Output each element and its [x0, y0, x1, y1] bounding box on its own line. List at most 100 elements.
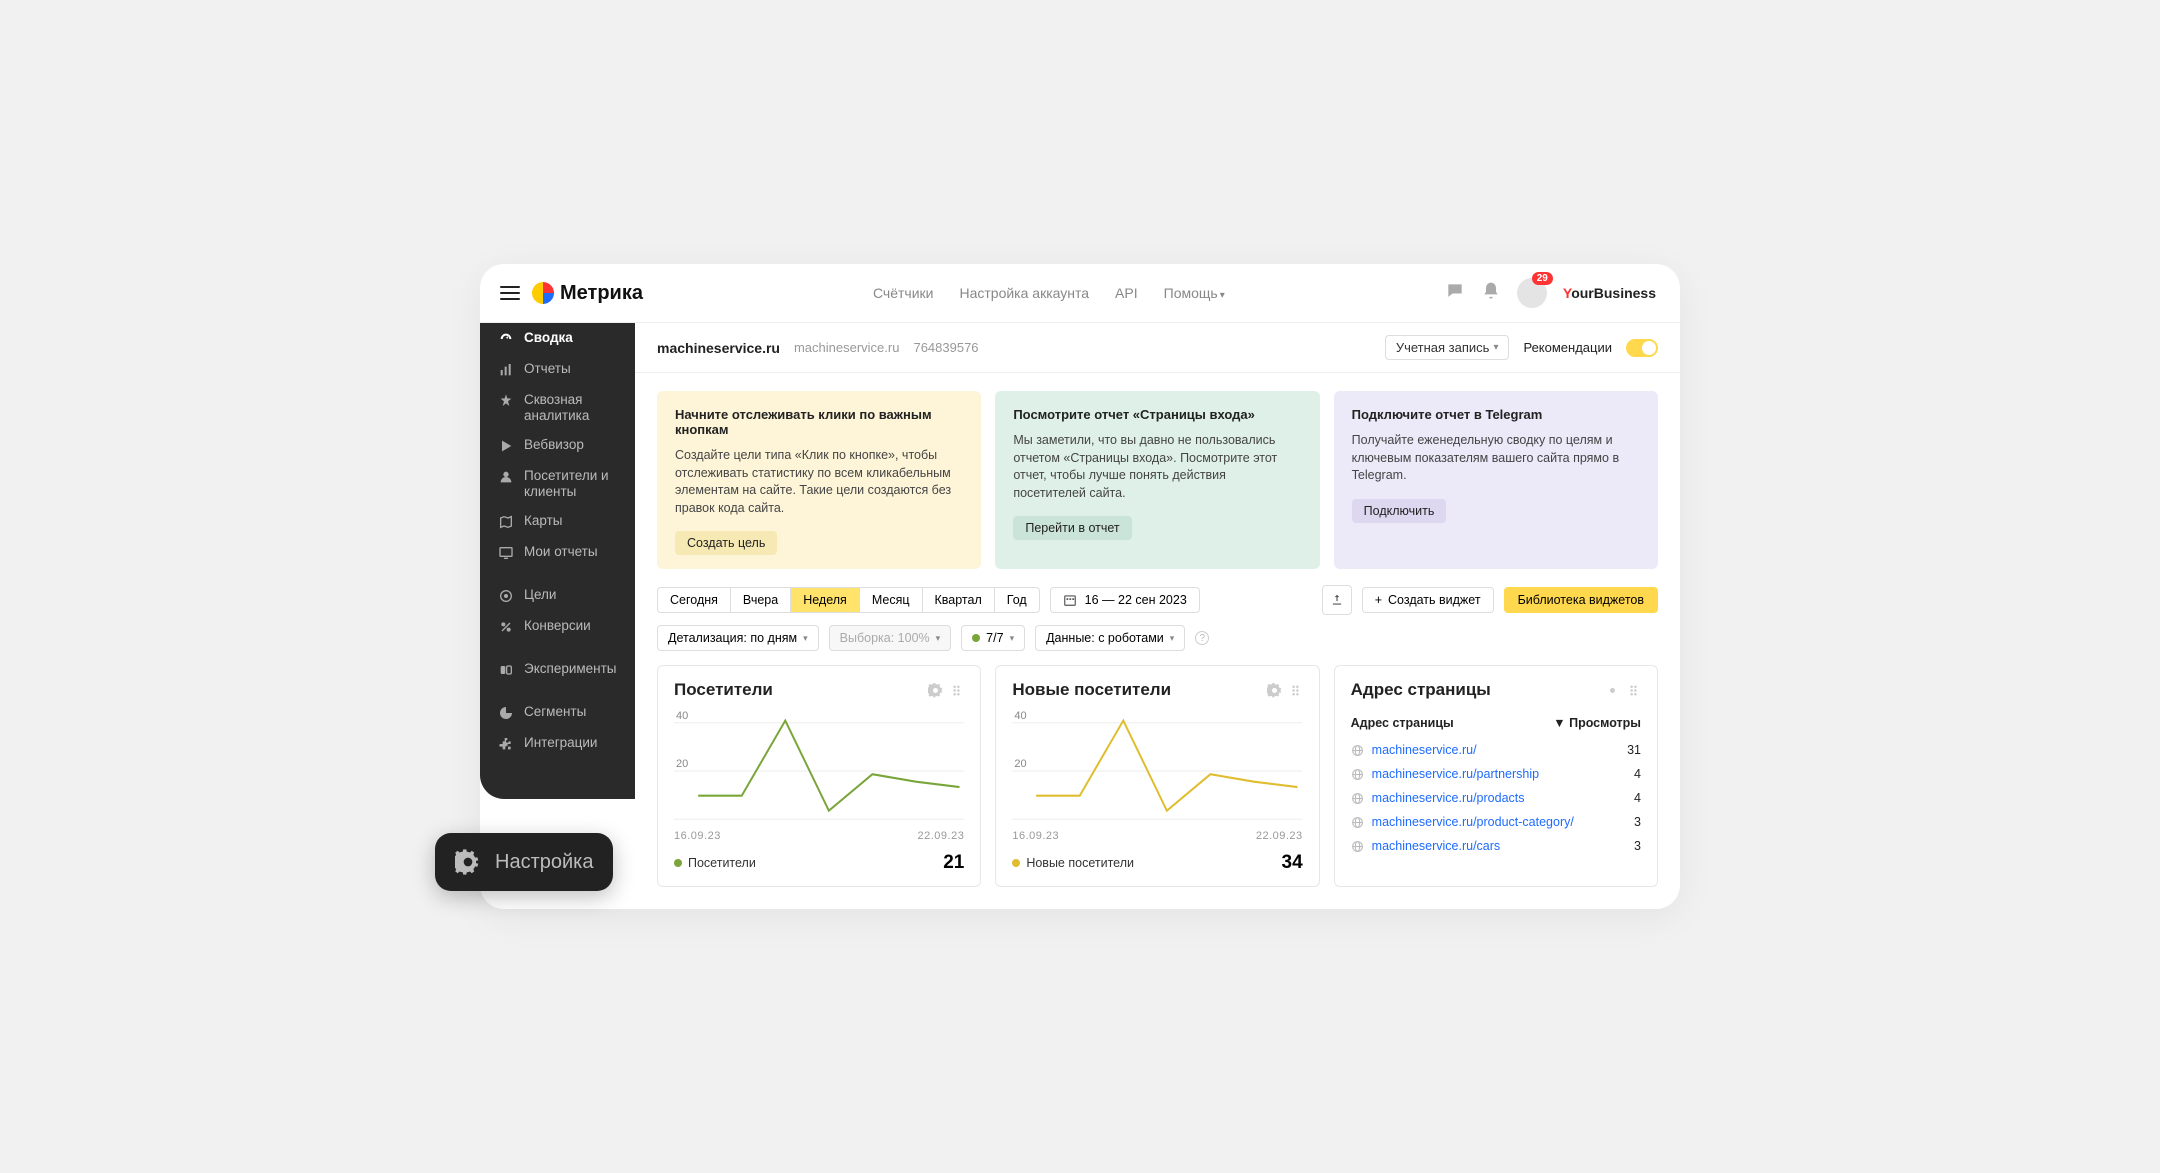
card-cta-button[interactable]: Подключить [1352, 499, 1447, 523]
pie-icon [498, 705, 514, 721]
sidebar-item-label: Эксперименты [524, 661, 617, 677]
promo-card: Подключите отчет в Telegram Получайте еже… [1334, 391, 1658, 569]
page-views-value: 3 [1634, 839, 1641, 853]
detail-select[interactable]: Детализация: по дням▾ [657, 625, 819, 651]
page-views-value: 4 [1634, 791, 1641, 805]
play-icon [498, 438, 514, 454]
puzzle-icon [498, 736, 514, 752]
site-title: machineservice.ru [657, 340, 780, 356]
period-option[interactable]: Месяц [860, 588, 923, 612]
recommendations-toggle[interactable] [1626, 339, 1658, 357]
sidebar-item-pie[interactable]: Сегменты [480, 697, 635, 728]
nav-account-settings[interactable]: Настройка аккаунта [959, 285, 1089, 301]
sidebar-item-label: Карты [524, 513, 562, 529]
sidebar-item-puzzle[interactable]: Интеграции [480, 728, 635, 759]
globe-icon [1351, 840, 1364, 853]
sidebar-item-gauge[interactable]: Сводка [480, 323, 635, 354]
sidebar-item-person[interactable]: Посетители и клиенты [480, 461, 635, 506]
sidebar-item-percent[interactable]: Конверсии [480, 611, 635, 642]
chart-new-visitors: 40 20 [1012, 712, 1302, 830]
export-button[interactable] [1322, 585, 1352, 615]
drag-handle-icon[interactable] [1288, 683, 1303, 698]
card-body: Мы заметили, что вы давно не пользовалис… [1013, 432, 1301, 502]
avatar[interactable]: 29 [1517, 278, 1547, 308]
period-option[interactable]: Вчера [731, 588, 791, 612]
legend-dot-icon [674, 859, 682, 867]
sidebar-item-target[interactable]: Цели [480, 580, 635, 611]
widget-library-button[interactable]: Библиотека виджетов [1504, 587, 1658, 613]
period-option[interactable]: Неделя [791, 588, 860, 612]
messages-icon[interactable] [1445, 281, 1465, 306]
nav-help[interactable]: Помощь▾ [1164, 285, 1225, 301]
column-views[interactable]: ▼ Просмотры [1553, 716, 1641, 730]
sidebar: Сводка Отчеты Сквозная аналитика ВебвизорПо… [480, 323, 635, 799]
create-widget-button[interactable]: +Создать виджет [1362, 587, 1494, 613]
page-url-link[interactable]: machineservice.ru/product-category/ [1372, 815, 1574, 829]
legend-label: Новые посетители [1026, 856, 1134, 870]
sample-select[interactable]: Выборка: 100%▾ [829, 625, 952, 651]
menu-burger-icon[interactable] [500, 286, 520, 300]
x-axis-start: 16.09.23 [1012, 830, 1059, 842]
business-name[interactable]: YourBusiness [1563, 285, 1656, 301]
sidebar-item-label: Сквозная аналитика [524, 392, 621, 423]
site-host: machineservice.ru [794, 340, 900, 355]
card-cta-button[interactable]: Создать цель [675, 531, 777, 555]
series-count-select[interactable]: 7/7▾ [961, 625, 1025, 651]
sidebar-item-screen[interactable]: Мои отчеты [480, 537, 635, 568]
upload-icon [1330, 593, 1344, 607]
card-title: Подключите отчет в Telegram [1352, 407, 1640, 422]
table-row: machineservice.ru/partnership 4 [1351, 762, 1641, 786]
x-axis-start: 16.09.23 [674, 830, 721, 842]
sidebar-item-label: Отчеты [524, 361, 571, 377]
date-range-button[interactable]: 16 — 22 сен 2023 [1050, 587, 1200, 613]
chevron-down-icon: ▾ [936, 633, 941, 644]
sidebar-item-map[interactable]: Карты [480, 506, 635, 537]
page-views-value: 4 [1634, 767, 1641, 781]
counter-id: 764839576 [913, 340, 978, 355]
drag-handle-icon[interactable] [949, 683, 964, 698]
gear-icon[interactable] [1267, 683, 1282, 698]
bell-icon[interactable] [1481, 281, 1501, 306]
column-url[interactable]: Адрес страницы [1351, 716, 1454, 730]
card-cta-button[interactable]: Перейти в отчет [1013, 516, 1131, 540]
page-url-link[interactable]: machineservice.ru/prodacts [1372, 791, 1525, 805]
recommendations-label: Рекомендации [1523, 340, 1612, 355]
nav-api[interactable]: API [1115, 285, 1138, 301]
help-icon[interactable]: ? [1195, 631, 1209, 645]
map-icon [498, 514, 514, 530]
chevron-down-icon: ▾ [1220, 290, 1225, 301]
card-body: Получайте еженедельную сводку по целям и… [1352, 432, 1640, 485]
gear-icon [455, 849, 481, 875]
x-axis-end: 22.09.23 [1256, 830, 1303, 842]
widget-page-address: Адрес страницы Адрес страницы ▼ Просмотр… [1334, 665, 1658, 887]
chevron-down-icon: ▾ [803, 633, 808, 644]
sidebar-item-ab[interactable]: Эксперименты [480, 654, 635, 685]
card-title: Посмотрите отчет «Страницы входа» [1013, 407, 1301, 422]
page-views-value: 31 [1627, 743, 1641, 757]
logo-icon [532, 282, 554, 304]
drag-handle-icon[interactable] [1626, 683, 1641, 698]
page-url-link[interactable]: machineservice.ru/cars [1372, 839, 1501, 853]
sidebar-item-bars[interactable]: Отчеты [480, 354, 635, 385]
sidebar-item-play[interactable]: Вебвизор [480, 430, 635, 461]
period-option[interactable]: Сегодня [658, 588, 731, 612]
table-row: machineservice.ru/product-category/3 [1351, 810, 1641, 834]
notification-badge: 29 [1532, 272, 1553, 285]
gear-icon[interactable] [1605, 683, 1620, 698]
gear-icon[interactable] [928, 683, 943, 698]
globe-icon [1351, 792, 1364, 805]
robots-select[interactable]: Данные: с роботами▾ [1035, 625, 1185, 651]
widget-visitors: Посетители 40 20 [657, 665, 981, 887]
nav-counters[interactable]: Счётчики [873, 285, 934, 301]
account-dropdown[interactable]: Учетная запись▾ [1385, 335, 1510, 360]
sidebar-item-label: Сегменты [524, 704, 586, 720]
x-axis-end: 22.09.23 [918, 830, 965, 842]
sidebar-item-spark[interactable]: Сквозная аналитика [480, 385, 635, 430]
globe-icon [1351, 768, 1364, 781]
period-option[interactable]: Квартал [923, 588, 995, 612]
page-url-link[interactable]: machineservice.ru/ [1372, 743, 1477, 757]
page-url-link[interactable]: machineservice.ru/partnership [1372, 767, 1539, 781]
legend-dot-icon [1012, 859, 1020, 867]
settings-button[interactable]: Настройка [435, 833, 613, 891]
period-option[interactable]: Год [995, 588, 1039, 612]
